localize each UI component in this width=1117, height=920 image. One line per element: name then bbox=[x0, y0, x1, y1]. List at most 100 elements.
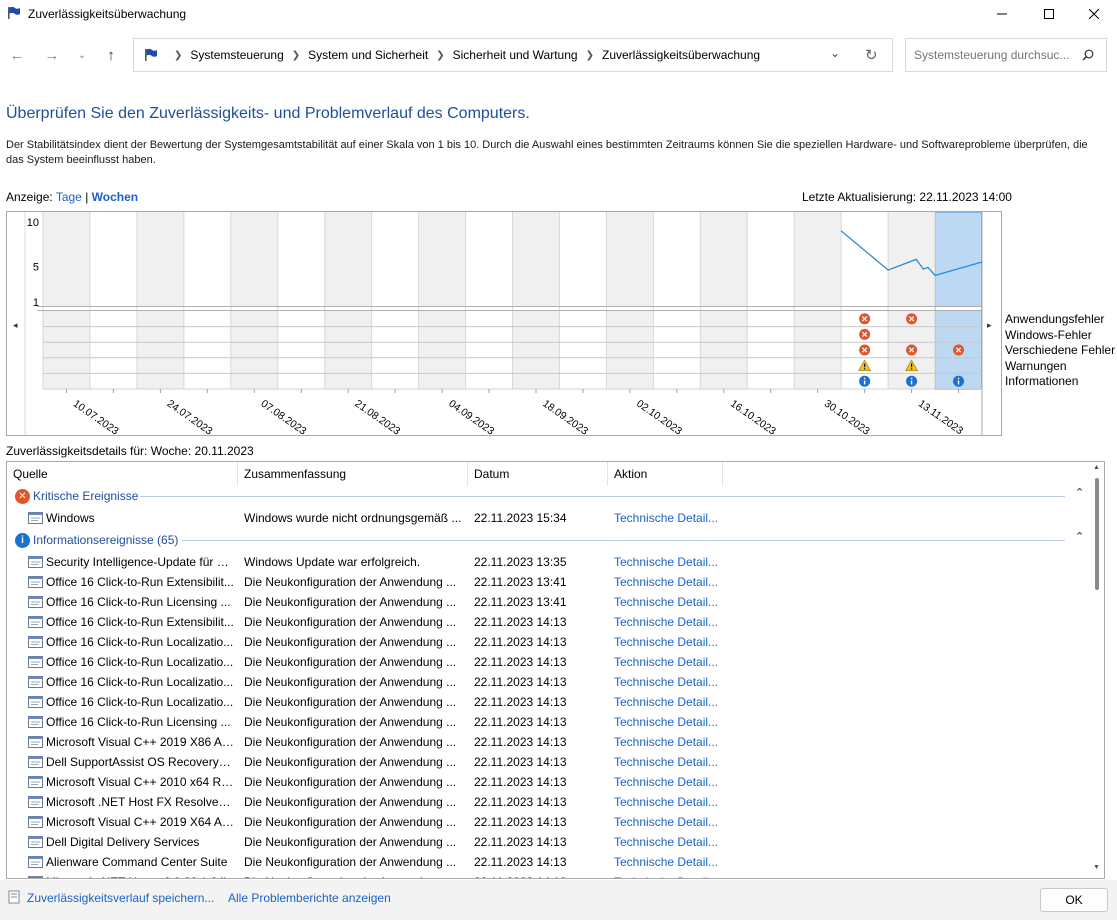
chart-column[interactable] bbox=[277, 212, 325, 306]
technical-details-link[interactable]: Technische Detail... bbox=[614, 555, 724, 569]
technical-details-link[interactable]: Technische Detail... bbox=[614, 615, 724, 629]
breadcrumb-item[interactable]: System und Sicherheit bbox=[308, 48, 428, 62]
scroll-thumb[interactable] bbox=[1095, 478, 1099, 590]
recent-locations-button[interactable]: ⌄ bbox=[71, 44, 93, 66]
breadcrumb-item[interactable]: Zuverlässigkeitsüberwachung bbox=[602, 48, 760, 62]
group-critical-events[interactable]: ✕ Kritische Ereignisse ⌃ bbox=[15, 486, 1095, 506]
maximize-button[interactable] bbox=[1026, 0, 1072, 28]
chart-column[interactable] bbox=[465, 212, 513, 306]
chevron-right-icon[interactable]: ❯ bbox=[292, 50, 300, 61]
technical-details-link[interactable]: Technische Detail... bbox=[614, 635, 724, 649]
list-item[interactable]: Alienware Command Center Suite Die Neukon… bbox=[7, 852, 1087, 872]
technical-details-link[interactable]: Technische Detail... bbox=[614, 755, 724, 769]
search-icon[interactable] bbox=[1082, 49, 1094, 61]
chart-column[interactable] bbox=[512, 212, 560, 306]
technical-details-link[interactable]: Technische Detail... bbox=[614, 511, 724, 525]
cell-summary: Die Neukonfiguration der Anwendung ... bbox=[244, 855, 457, 869]
list-item[interactable]: Windows Windows wurde nicht ordnungsgemäß… bbox=[7, 508, 1087, 528]
chart-column[interactable] bbox=[794, 212, 842, 306]
list-item[interactable]: Microsoft .NET Host FX Resolver - ... Die… bbox=[7, 792, 1087, 812]
technical-details-link[interactable]: Technische Detail... bbox=[614, 835, 724, 849]
chart-column[interactable] bbox=[559, 212, 607, 306]
technical-details-link[interactable]: Technische Detail... bbox=[614, 875, 724, 878]
address-dropdown-icon[interactable]: ⌄ bbox=[830, 46, 840, 60]
breadcrumb-item[interactable]: Sicherheit und Wartung bbox=[453, 48, 578, 62]
list-item[interactable]: Office 16 Click-to-Run Extensibilit... Di… bbox=[7, 612, 1087, 632]
list-item[interactable]: Dell SupportAssist OS Recovery Pl... Die … bbox=[7, 752, 1087, 772]
technical-details-link[interactable]: Technische Detail... bbox=[614, 715, 724, 729]
ok-button[interactable]: OK bbox=[1040, 888, 1108, 912]
chart-column[interactable] bbox=[841, 212, 889, 306]
technical-details-link[interactable]: Technische Detail... bbox=[614, 735, 724, 749]
chart-column[interactable] bbox=[89, 212, 137, 306]
technical-details-link[interactable]: Technische Detail... bbox=[614, 675, 724, 689]
up-button[interactable]: ↑ bbox=[100, 44, 122, 66]
group-information-events[interactable]: i Informationsereignisse (65) ⌃ bbox=[15, 530, 1095, 550]
event-cell bbox=[43, 342, 90, 358]
event-cell bbox=[794, 326, 842, 343]
list-item[interactable]: Security Intelligence-Update für M... Win… bbox=[7, 552, 1087, 572]
minimize-button[interactable] bbox=[979, 0, 1025, 28]
forward-button[interactable]: → bbox=[41, 44, 63, 66]
technical-details-link[interactable]: Technische Detail... bbox=[614, 795, 724, 809]
chart-column[interactable] bbox=[747, 212, 795, 306]
collapse-chevron-icon[interactable]: ⌃ bbox=[1075, 486, 1084, 499]
column-header-action[interactable]: Aktion bbox=[608, 462, 723, 486]
column-header-summary[interactable]: Zusammenfassung bbox=[238, 462, 468, 486]
search-box[interactable] bbox=[905, 38, 1107, 72]
technical-details-link[interactable]: Technische Detail... bbox=[614, 575, 724, 589]
list-item[interactable]: Microsoft .NET Host - 6.0.20 (x64) Die Ne… bbox=[7, 872, 1087, 878]
technical-details-link[interactable]: Technische Detail... bbox=[614, 775, 724, 789]
chart-column[interactable] bbox=[136, 212, 184, 306]
cell-date: 22.11.2023 14:13 bbox=[474, 675, 567, 689]
chart-column[interactable] bbox=[888, 212, 936, 306]
chart-column[interactable] bbox=[324, 212, 372, 306]
chart-column[interactable] bbox=[230, 212, 278, 306]
chart-column[interactable] bbox=[43, 212, 90, 306]
scroll-left-icon[interactable]: ◂ bbox=[13, 320, 18, 330]
back-button[interactable]: ← bbox=[6, 44, 28, 66]
chevron-right-icon[interactable]: ❯ bbox=[586, 50, 594, 61]
technical-details-link[interactable]: Technische Detail... bbox=[614, 695, 724, 709]
chart-column[interactable] bbox=[700, 212, 748, 306]
collapse-chevron-icon[interactable]: ⌃ bbox=[1075, 530, 1084, 543]
technical-details-link[interactable]: Technische Detail... bbox=[614, 595, 724, 609]
address-bar[interactable]: ❯ Systemsteuerung ❯ System und Sicherhei… bbox=[133, 38, 893, 72]
refresh-icon[interactable]: ↻ bbox=[865, 46, 878, 64]
list-item[interactable]: Microsoft Visual C++ 2010 x64 Re... Die N… bbox=[7, 772, 1087, 792]
view-selector: Anzeige: Tage | Wochen bbox=[6, 190, 138, 204]
list-item[interactable]: Office 16 Click-to-Run Localizatio... Die… bbox=[7, 672, 1087, 692]
chevron-right-icon[interactable]: ❯ bbox=[436, 50, 444, 61]
technical-details-link[interactable]: Technische Detail... bbox=[614, 815, 724, 829]
list-item[interactable]: Microsoft Visual C++ 2019 X64 Ad... Die N… bbox=[7, 812, 1087, 832]
list-item[interactable]: Microsoft Visual C++ 2019 X86 Ad... Die N… bbox=[7, 732, 1087, 752]
chart-column[interactable] bbox=[418, 212, 466, 306]
close-button[interactable] bbox=[1071, 0, 1117, 28]
event-cell bbox=[606, 326, 654, 343]
chart-column[interactable] bbox=[653, 212, 701, 306]
list-item[interactable]: Office 16 Click-to-Run Localizatio... Die… bbox=[7, 692, 1087, 712]
search-input[interactable] bbox=[914, 48, 1074, 62]
chart-column[interactable] bbox=[606, 212, 654, 306]
view-weeks-link[interactable]: Wochen bbox=[92, 190, 138, 204]
chart-column[interactable] bbox=[183, 212, 231, 306]
scroll-right-icon[interactable]: ▸ bbox=[987, 320, 992, 330]
list-item[interactable]: Office 16 Click-to-Run Licensing ... Die … bbox=[7, 712, 1087, 732]
scroll-down-icon[interactable]: ▼ bbox=[1093, 864, 1100, 871]
list-item[interactable]: Office 16 Click-to-Run Localizatio... Die… bbox=[7, 632, 1087, 652]
view-all-reports-link[interactable]: Alle Problemberichte anzeigen bbox=[228, 891, 391, 905]
list-item[interactable]: Dell Digital Delivery Services Die Neukon… bbox=[7, 832, 1087, 852]
scroll-up-icon[interactable]: ▲ bbox=[1093, 464, 1100, 471]
column-header-source[interactable]: Quelle bbox=[7, 462, 238, 486]
technical-details-link[interactable]: Technische Detail... bbox=[614, 655, 724, 669]
breadcrumb-item[interactable]: Systemsteuerung bbox=[190, 48, 283, 62]
save-history-link[interactable]: Zuverlässigkeitsverlauf speichern... bbox=[27, 891, 214, 905]
list-item[interactable]: Office 16 Click-to-Run Licensing ... Die … bbox=[7, 592, 1087, 612]
view-days-link[interactable]: Tage bbox=[56, 190, 82, 204]
page-heading: Überprüfen Sie den Zuverlässigkeits- und… bbox=[6, 105, 530, 122]
technical-details-link[interactable]: Technische Detail... bbox=[614, 855, 724, 869]
chart-column[interactable] bbox=[371, 212, 419, 306]
list-item[interactable]: Office 16 Click-to-Run Localizatio... Die… bbox=[7, 652, 1087, 672]
vertical-scrollbar[interactable]: ▲ ▼ bbox=[1090, 462, 1104, 878]
list-item[interactable]: Office 16 Click-to-Run Extensibilit... Di… bbox=[7, 572, 1087, 592]
